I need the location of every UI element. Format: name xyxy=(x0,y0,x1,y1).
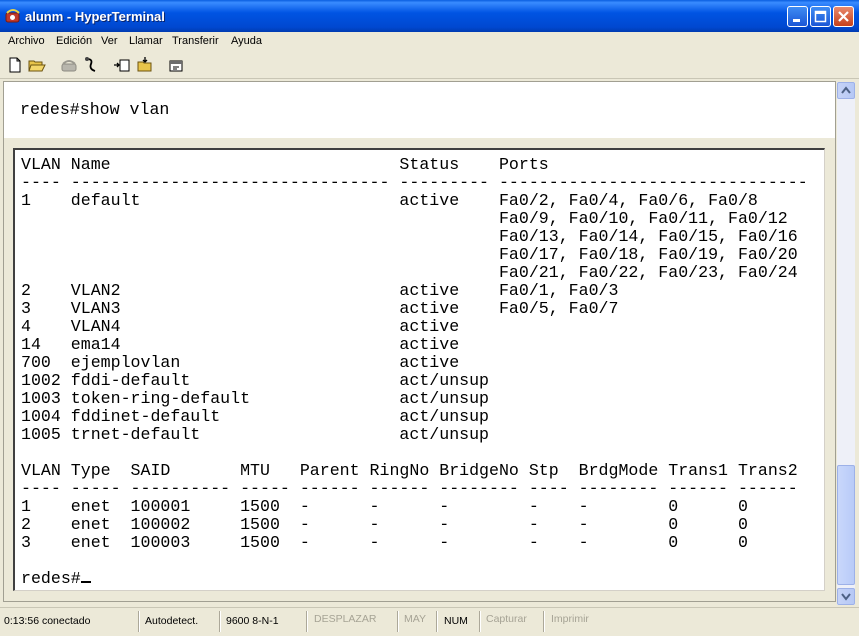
vlan-table-row: 1002 fddi-default act/unsup xyxy=(21,371,490,390)
chevron-up-icon xyxy=(841,86,851,94)
window-title: alunm - HyperTerminal xyxy=(25,9,165,24)
maximize-button[interactable] xyxy=(810,6,831,27)
vlan-table-row: 2 VLAN2 active Fa0/1, Fa0/3 xyxy=(21,281,619,300)
status-capture: Capturar xyxy=(486,613,527,625)
close-icon xyxy=(838,11,849,22)
status-params: 9600 8-N-1 xyxy=(226,615,279,627)
vlan-table-row: Fa0/9, Fa0/10, Fa0/11, Fa0/12 xyxy=(21,209,788,228)
vlan-table-header: VLAN Name Status Ports xyxy=(21,155,549,174)
disconnect-icon[interactable] xyxy=(60,56,78,74)
new-icon[interactable] xyxy=(6,56,24,74)
menu-transferir[interactable]: Transferir xyxy=(172,35,219,47)
hyperterminal-phone-icon[interactable] xyxy=(4,7,22,25)
vlan-table-row: 14 ema14 active xyxy=(21,335,460,354)
status-bar: 0:13:56 conectado Autodetect. 9600 8-N-1… xyxy=(0,607,859,636)
prompt-line: redes# xyxy=(21,570,808,588)
command-line: redes#show vlan xyxy=(20,100,170,119)
status-divider xyxy=(138,611,139,632)
status-divider xyxy=(479,611,480,632)
vlan-type-header: VLAN Type SAID MTU Parent RingNo BridgeN… xyxy=(21,461,798,480)
terminal-history[interactable]: redes#show vlan xyxy=(4,82,835,138)
maximize-icon xyxy=(814,10,827,23)
scroll-thumb[interactable] xyxy=(837,465,855,585)
scroll-up-button[interactable] xyxy=(837,82,855,99)
text-cursor xyxy=(80,581,91,583)
vlan-type-row: 1 enet 100001 1500 - - - - - 0 0 xyxy=(21,497,748,516)
receive-icon[interactable] xyxy=(136,56,154,74)
vlan-table-row: 1004 fddinet-default act/unsup xyxy=(21,407,490,426)
vlan-table-row: Fa0/13, Fa0/14, Fa0/15, Fa0/16 xyxy=(21,227,798,246)
vlan-table-row: Fa0/17, Fa0/18, Fa0/19, Fa0/20 xyxy=(21,245,798,264)
status-divider xyxy=(219,611,220,632)
status-num: NUM xyxy=(444,615,468,627)
terminal-output: VLAN Name Status Ports ---- -------------… xyxy=(21,156,808,588)
properties-icon[interactable] xyxy=(167,56,185,74)
status-divider xyxy=(306,611,307,632)
minimize-icon xyxy=(793,19,800,22)
status-divider xyxy=(436,611,437,632)
vertical-scrollbar[interactable] xyxy=(837,82,855,605)
connect-icon[interactable] xyxy=(82,56,100,74)
title-bar[interactable]: alunm - HyperTerminal xyxy=(0,0,859,32)
terminal-screen[interactable]: VLAN Name Status Ports ---- -------------… xyxy=(13,148,825,591)
vlan-table-row: 700 ejemplovlan active xyxy=(21,353,460,372)
scroll-down-button[interactable] xyxy=(837,588,855,605)
prompt-text: redes# xyxy=(21,569,81,588)
status-detect: Autodetect. xyxy=(145,615,199,627)
vlan-type-separator: ---- ----- ---------- ----- ------ -----… xyxy=(21,479,798,498)
hyperterminal-window: alunm - HyperTerminal Archivo Edición Ve… xyxy=(0,0,859,636)
menu-ayuda[interactable]: Ayuda xyxy=(231,35,262,47)
vlan-type-row: 2 enet 100002 1500 - - - - - 0 0 xyxy=(21,515,748,534)
status-divider xyxy=(543,611,544,632)
vlan-type-row: 3 enet 100003 1500 - - - - - 0 0 xyxy=(21,533,748,552)
vlan-table-separator: ---- -------------------------------- --… xyxy=(21,173,808,192)
status-connection: 0:13:56 conectado xyxy=(4,615,91,627)
vlan-table-row: 1005 trnet-default act/unsup xyxy=(21,425,490,444)
vlan-table-row: 4 VLAN4 active xyxy=(21,317,460,336)
minimize-button[interactable] xyxy=(787,6,808,27)
menu-edicion[interactable]: Edición xyxy=(56,35,92,47)
status-scroll: DESPLAZAR xyxy=(314,613,377,625)
menu-bar: Archivo Edición Ver Llamar Transferir Ay… xyxy=(0,32,859,52)
vlan-table-row: 1 default active Fa0/2, Fa0/4, Fa0/6, Fa… xyxy=(21,191,758,210)
status-divider xyxy=(397,611,398,632)
vlan-table-row: Fa0/21, Fa0/22, Fa0/23, Fa0/24 xyxy=(21,263,798,282)
menu-archivo[interactable]: Archivo xyxy=(8,35,45,47)
vlan-table-row: 1003 token-ring-default act/unsup xyxy=(21,389,490,408)
menu-llamar[interactable]: Llamar xyxy=(129,35,163,47)
vlan-table-row: 3 VLAN3 active Fa0/5, Fa0/7 xyxy=(21,299,619,318)
open-icon[interactable] xyxy=(28,56,46,74)
status-caps: MAY xyxy=(404,613,426,625)
close-button[interactable] xyxy=(833,6,854,27)
toolbar xyxy=(0,52,859,79)
chevron-down-icon xyxy=(841,593,851,601)
send-icon[interactable] xyxy=(113,56,131,74)
status-print: Imprimir xyxy=(551,613,589,625)
menu-ver[interactable]: Ver xyxy=(101,35,118,47)
terminal-divider xyxy=(4,138,835,148)
